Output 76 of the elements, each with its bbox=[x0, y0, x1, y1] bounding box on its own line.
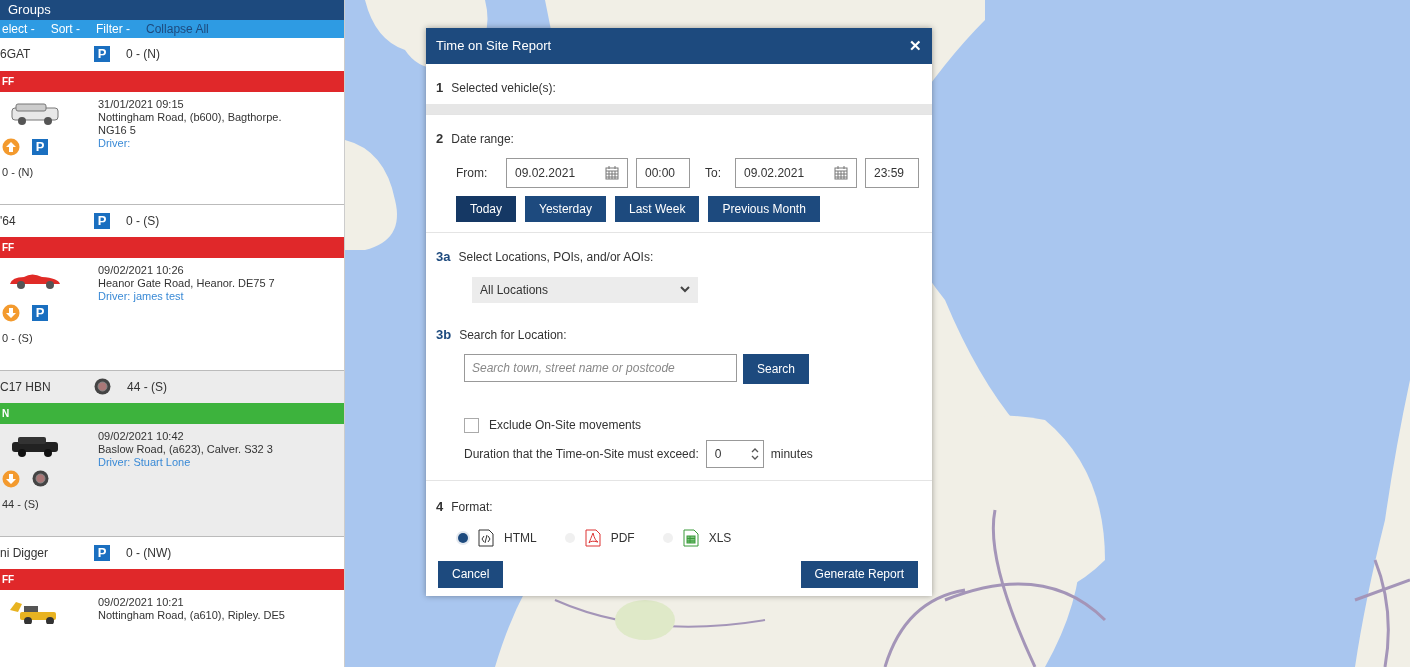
step-number: 3b bbox=[436, 325, 452, 344]
step-number: 2 bbox=[436, 129, 444, 148]
wheel-icon bbox=[94, 378, 111, 395]
vehicle-plate[interactable]: 6GAT bbox=[0, 45, 94, 63]
preset-button[interactable]: Today bbox=[456, 196, 517, 222]
time-field[interactable]: 00:00 bbox=[636, 158, 690, 188]
status-bar: N bbox=[0, 402, 344, 424]
status-bar: FF bbox=[0, 70, 344, 92]
to-label: To: bbox=[705, 165, 721, 182]
search-field[interactable]: Search town, street name or postcode bbox=[464, 354, 737, 382]
timestamp: 09/02/2021 10:26 bbox=[98, 263, 185, 277]
spinner-arrows-icon bbox=[750, 447, 759, 461]
preset-button[interactable]: Last Week bbox=[614, 196, 700, 222]
dialog-title: Time on Site Report bbox=[436, 37, 552, 56]
heading-text: 0 - (N) bbox=[126, 46, 160, 63]
address-text: Nottingham Road, (a610), Ripley. DE5 bbox=[98, 608, 286, 622]
panel-title: Groups bbox=[8, 1, 51, 19]
pdf-file-icon bbox=[584, 528, 601, 547]
parking-icon: P bbox=[94, 46, 110, 62]
step-number: 4 bbox=[436, 498, 444, 516]
vehicle-plate[interactable]: ni Digger bbox=[0, 543, 94, 562]
vehicle-plate[interactable]: C17 HBN bbox=[0, 377, 94, 396]
timestamp: 31/01/2021 09:15 bbox=[98, 97, 185, 111]
status-bar: FF bbox=[0, 568, 344, 590]
number-field[interactable]: 0 bbox=[705, 440, 764, 468]
time-field[interactable]: 23:59 bbox=[865, 158, 919, 188]
duration-label: Duration that the Time-on-Site must exceed: bbox=[464, 446, 699, 463]
heading-text: 0 - (NW) bbox=[126, 544, 172, 562]
step-number: 3a bbox=[436, 248, 451, 266]
from-label: From: bbox=[456, 165, 489, 182]
preset-button[interactable]: Previous Month bbox=[708, 196, 820, 222]
address-text: Heanor Gate Road, Heanor. DE75 7 bbox=[98, 276, 276, 290]
driver-link[interactable]: Driver: bbox=[98, 137, 303, 151]
parking-icon: P bbox=[32, 138, 48, 155]
radio-button[interactable] bbox=[458, 532, 468, 543]
heading-text: 0 - (N) bbox=[2, 164, 35, 180]
unit-label: minutes bbox=[770, 446, 813, 463]
parking-icon: P bbox=[94, 544, 110, 561]
location-select[interactable]: All Locations bbox=[472, 276, 698, 303]
address-text: Baslow Road, (a623), Calver. S32 3 bbox=[98, 442, 274, 456]
format-label: PDF bbox=[610, 529, 635, 547]
parking-icon: P bbox=[32, 304, 48, 321]
section-label: Select Locations, POIs, and/or AOIs: bbox=[458, 249, 654, 266]
vehicle-plate[interactable]: '64 bbox=[0, 211, 94, 230]
address-text: Nottingham Road, (b600), Bagthorpe. NG16 5 bbox=[98, 110, 283, 138]
format-label: XLS bbox=[708, 529, 732, 547]
date-field[interactable]: 09.02.2021 bbox=[506, 158, 628, 188]
close-button[interactable]: ✕ bbox=[909, 34, 922, 58]
checkbox-label: Exclude On-Site movements bbox=[489, 417, 642, 434]
heading-text: 0 - (S) bbox=[2, 330, 34, 346]
generate-report-button[interactable]: Generate Report bbox=[800, 560, 918, 588]
calendar-icon bbox=[834, 166, 848, 180]
section-label: Search for Location: bbox=[459, 326, 567, 344]
checkbox[interactable] bbox=[464, 417, 479, 433]
timestamp: 09/02/2021 10:21 bbox=[98, 595, 185, 609]
timestamp: 09/02/2021 10:42 bbox=[98, 429, 185, 443]
wheel-icon bbox=[32, 470, 49, 487]
preset-button[interactable]: Yesterday bbox=[525, 196, 606, 222]
calendar-icon bbox=[605, 166, 619, 180]
code-file-icon bbox=[478, 528, 494, 547]
format-label: HTML bbox=[504, 529, 537, 547]
cancel-button[interactable]: Cancel bbox=[438, 560, 504, 588]
chevron-down-icon bbox=[680, 286, 690, 293]
section-label: Selected vehicle(s): bbox=[451, 80, 556, 97]
parking-icon: P bbox=[94, 212, 110, 229]
driver-link[interactable]: Driver: james test bbox=[98, 289, 303, 304]
date-field[interactable]: 09.02.2021 bbox=[735, 158, 857, 188]
spreadsheet-file-icon bbox=[682, 528, 699, 547]
search-button[interactable]: Search bbox=[743, 354, 810, 384]
step-number: 1 bbox=[436, 79, 444, 97]
status-bar: FF bbox=[0, 236, 344, 258]
section-label: Date range: bbox=[451, 130, 514, 148]
heading-text: 44 - (S) bbox=[127, 378, 167, 396]
section-label: Format: bbox=[451, 499, 493, 516]
heading-text: 44 - (S) bbox=[2, 496, 40, 512]
heading-text: 0 - (S) bbox=[126, 212, 160, 230]
